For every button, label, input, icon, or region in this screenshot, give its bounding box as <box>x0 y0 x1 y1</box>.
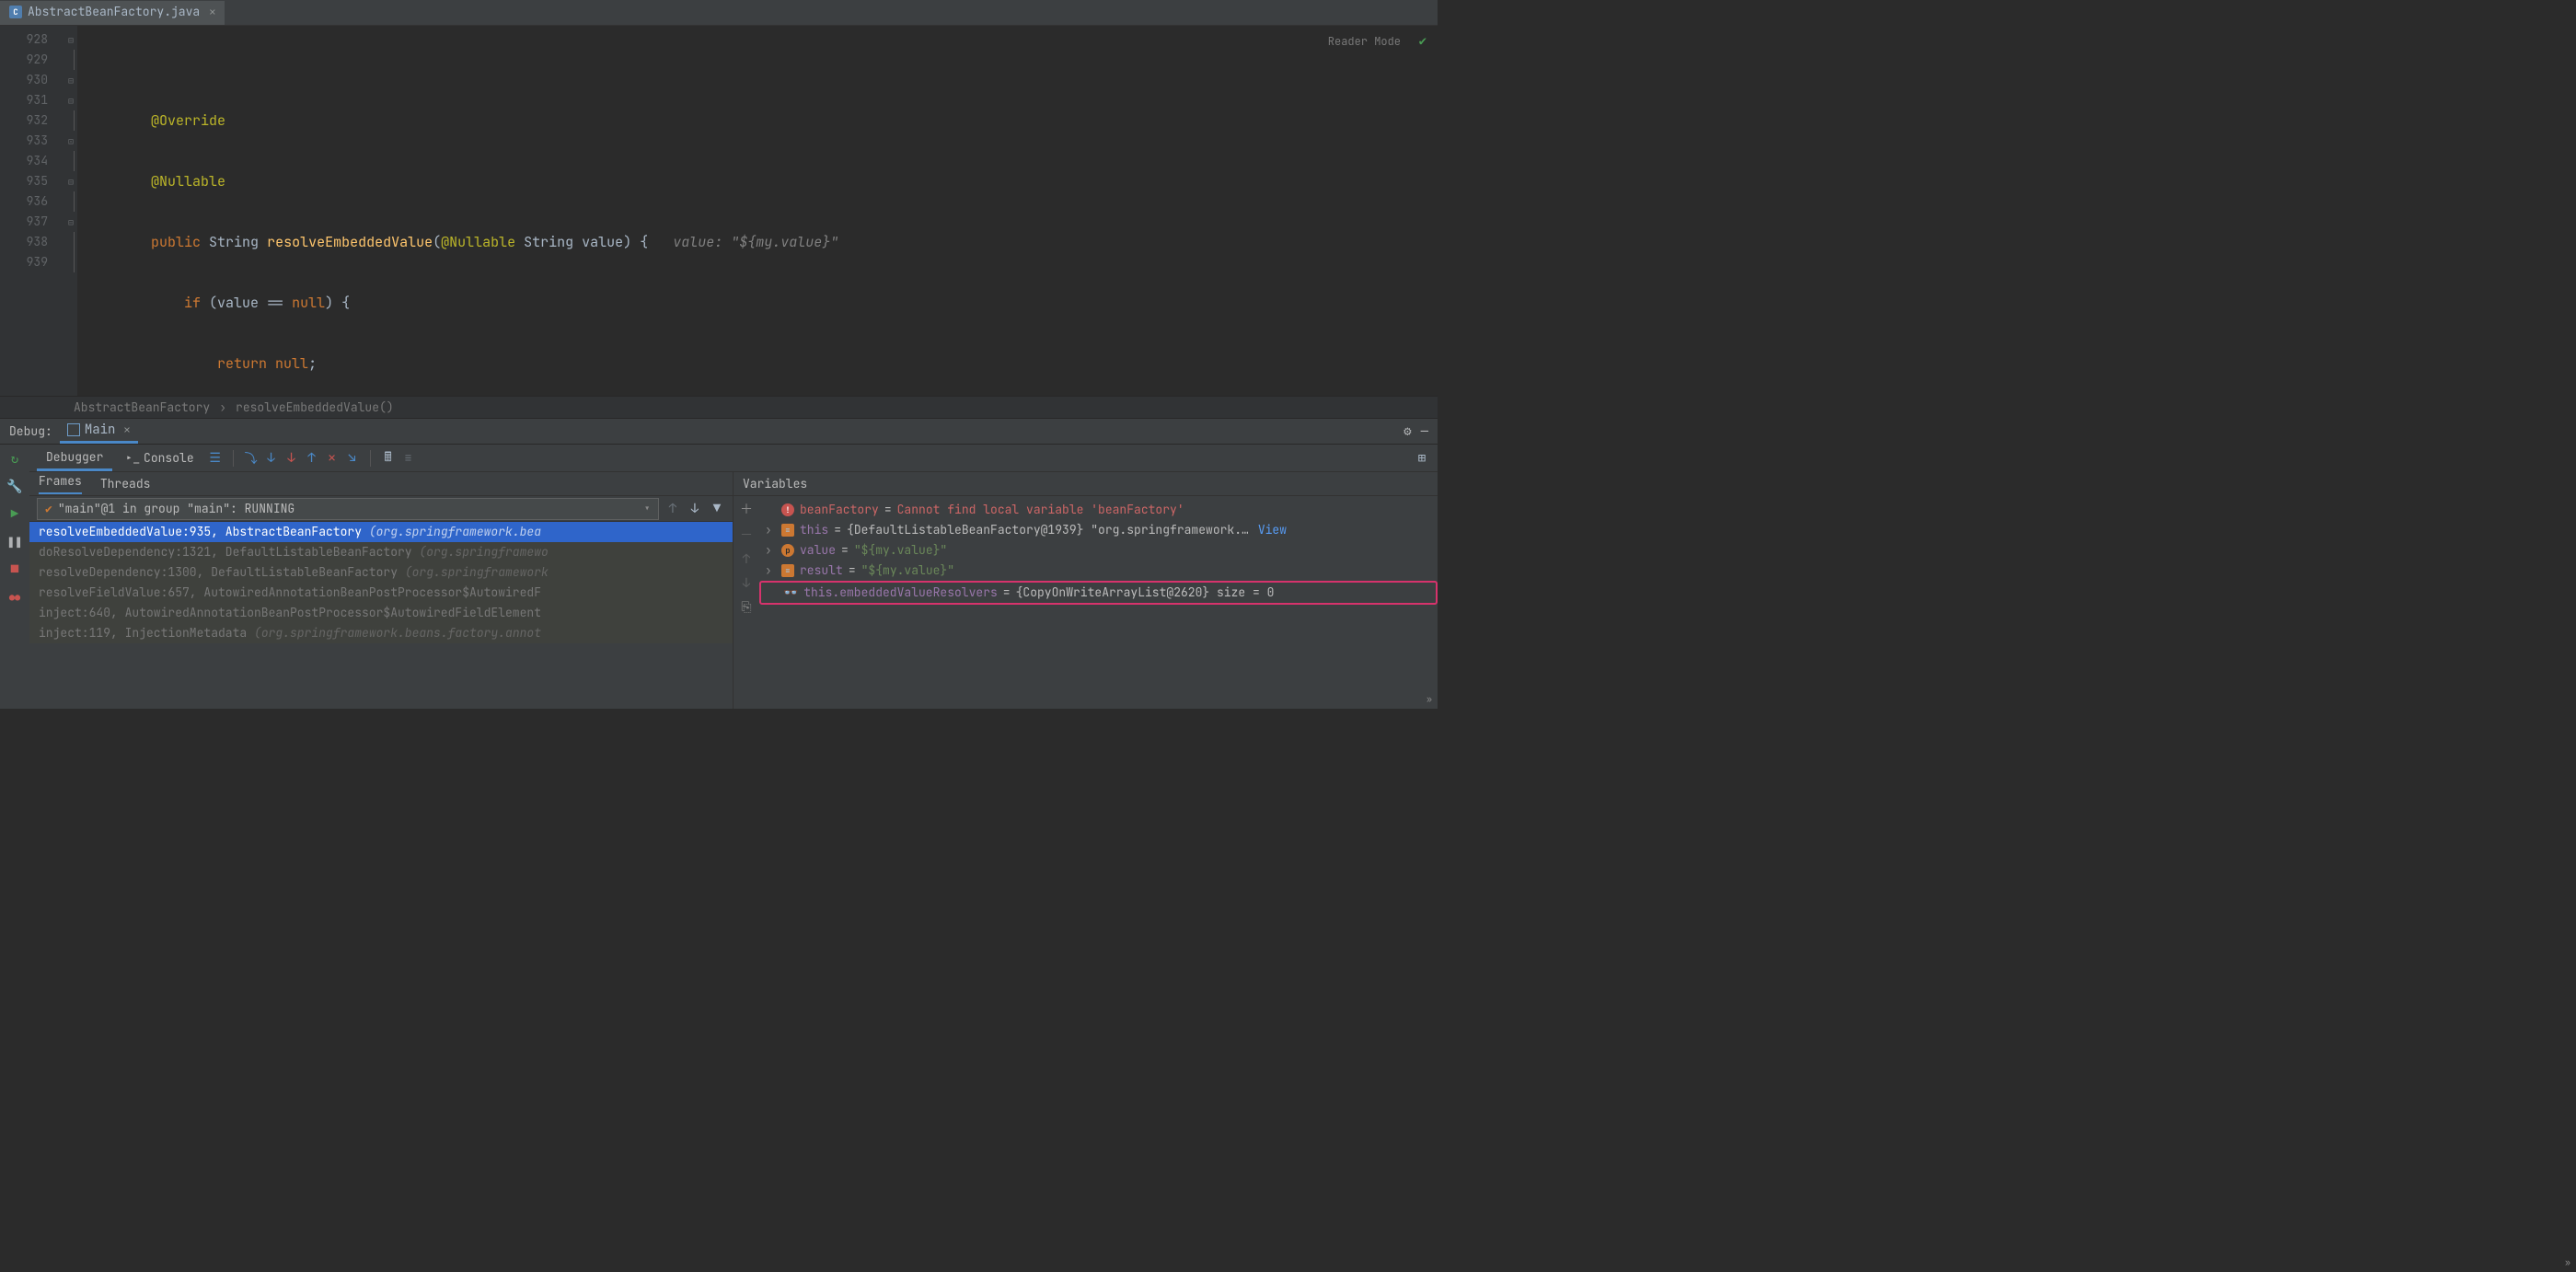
inline-hint: value: "${my.value}" <box>673 233 838 251</box>
vars-toolbar: ＋ － ↑ ↓ ⎘ <box>734 496 759 709</box>
threads-icon[interactable]: ☰ <box>207 450 224 467</box>
stack-frame[interactable]: resolveDependency:1300, DefaultListableB… <box>29 562 733 583</box>
inspections-ok-icon[interactable]: ✔ <box>1419 31 1427 52</box>
add-watch-icon[interactable]: ＋ <box>740 500 753 518</box>
breadcrumb-method[interactable]: resolveEmbeddedValue() <box>236 399 394 415</box>
debug-side-toolbar: ↻ 🔧 ▶ ❚❚ ■ ●● <box>0 445 29 709</box>
line-number: 935 <box>0 171 64 191</box>
stack-frame[interactable]: inject:119, InjectionMetadata (org.sprin… <box>29 623 733 643</box>
app-icon <box>67 423 80 436</box>
line-number: 938 <box>0 232 64 252</box>
line-number: 936 <box>0 191 64 212</box>
line-number: 937 <box>0 212 64 232</box>
minimize-icon[interactable]: — <box>1421 423 1428 440</box>
rerun-icon[interactable]: ↻ <box>6 450 24 468</box>
force-step-into-icon[interactable]: ↓ <box>283 450 300 467</box>
watch-icon: 👓 <box>783 583 798 603</box>
tab-console[interactable]: ▸_Console <box>116 445 202 471</box>
tab-debugger[interactable]: Debugger <box>37 445 112 471</box>
step-out-icon[interactable]: ↑ <box>304 450 320 467</box>
run-to-cursor-icon[interactable]: ↘ <box>344 450 361 467</box>
line-number: 939 <box>0 252 64 272</box>
remove-watch-icon[interactable]: － <box>740 526 753 544</box>
copy-icon[interactable]: ⎘ <box>741 599 751 616</box>
up-icon[interactable]: ↑ <box>743 551 750 568</box>
breadcrumb[interactable]: AbstractBeanFactory › resolveEmbeddedVal… <box>0 396 1438 418</box>
line-number: 934 <box>0 151 64 171</box>
variable-row[interactable]: ›≡ this = {DefaultListableBeanFactory@19… <box>759 520 1438 540</box>
stack-frames-list[interactable]: resolveEmbeddedValue:935, AbstractBeanFa… <box>29 522 733 709</box>
line-number: 929 <box>0 50 64 70</box>
debug-toolbar: Debugger ▸_Console ☰ ⤵ ↓ ↓ ↑ ✕ ↘ 🖩 ≡ ⊞ <box>29 445 1438 472</box>
line-number: 928 <box>0 29 64 50</box>
tab-variables: Variables <box>743 476 807 491</box>
wrench-icon[interactable]: 🔧 <box>6 478 24 496</box>
watch-row-highlighted[interactable]: 👓 this.embeddedValueResolvers = {CopyOnW… <box>759 581 1438 605</box>
file-tab-label: AbstractBeanFactory.java <box>28 4 200 19</box>
variable-row[interactable]: ›≡ result = "${my.value}" <box>759 561 1438 581</box>
field-icon: ≡ <box>781 564 794 577</box>
field-icon: ≡ <box>781 524 794 537</box>
step-into-icon[interactable]: ↓ <box>263 450 280 467</box>
gear-icon[interactable]: ⚙ <box>1404 423 1411 440</box>
annotation: @Nullable <box>151 172 225 191</box>
line-gutter: 928 929 930 931 932 933 934 935 936 937 … <box>0 26 64 396</box>
view-link[interactable]: View <box>1258 520 1287 540</box>
expand-icon[interactable]: » <box>2565 1256 2570 1268</box>
fold-column: ⊟⊟ ⊟⊡ ⊟ ⊟ <box>64 26 77 396</box>
variables-panel: Variables ＋ － ↑ ↓ ⎘ ! <box>734 472 1438 709</box>
stack-frame[interactable]: doResolveDependency:1321, DefaultListabl… <box>29 542 733 562</box>
file-tab-abstractbeanfactory[interactable]: C AbstractBeanFactory.java ✕ <box>0 1 225 25</box>
close-icon[interactable]: ✕ <box>209 5 215 19</box>
layout-icon[interactable]: ⊞ <box>1414 450 1430 467</box>
stack-frame[interactable]: resolveEmbeddedValue:935, AbstractBeanFa… <box>29 522 733 542</box>
filter-icon[interactable]: ▼ <box>709 501 725 517</box>
error-icon: ! <box>781 503 794 516</box>
tab-frames[interactable]: Frames <box>39 473 82 494</box>
code-editor[interactable]: 928 929 930 931 932 933 934 935 936 937 … <box>0 26 1438 396</box>
evaluate-icon[interactable]: 🖩 <box>380 450 397 467</box>
breakpoints-icon[interactable]: ●● <box>6 588 24 607</box>
drop-frame-icon[interactable]: ✕ <box>324 450 341 467</box>
console-icon: ▸_ <box>125 450 140 466</box>
keyword: public <box>151 233 201 251</box>
code-content[interactable]: Reader Mode ✔ @Override @Nullable public… <box>77 26 1438 396</box>
line-number: 933 <box>0 131 64 151</box>
down-icon[interactable]: ↓ <box>743 575 750 592</box>
trace-icon[interactable]: ≡ <box>400 450 417 467</box>
prev-frame-icon[interactable]: ↑ <box>664 501 681 517</box>
pause-icon[interactable]: ❚❚ <box>6 533 24 551</box>
debug-config-tab[interactable]: Main ✕ <box>60 419 138 444</box>
param-icon: p <box>781 544 794 557</box>
resume-icon[interactable]: ▶ <box>6 505 24 524</box>
chevron-down-icon: ▾ <box>643 501 651 516</box>
stack-frame[interactable]: resolveFieldValue:657, AutowiredAnnotati… <box>29 583 733 603</box>
debug-panel: Debug: Main ✕ ⚙ — ↻ 🔧 ▶ ❚❚ ■ ●● Debugger… <box>0 418 1438 709</box>
variables-list[interactable]: ! beanFactory = Cannot find local variab… <box>759 496 1438 709</box>
reader-mode-link[interactable]: Reader Mode <box>1328 31 1401 52</box>
line-number: 930 <box>0 70 64 90</box>
variable-row[interactable]: ! beanFactory = Cannot find local variab… <box>759 500 1438 520</box>
step-over-icon[interactable]: ⤵ <box>243 450 260 467</box>
frames-panel: Frames Threads ✔ "main"@1 in group "main… <box>29 472 734 709</box>
line-number: 931 <box>0 90 64 110</box>
expand-icon[interactable]: » <box>1427 693 1432 705</box>
thread-selector[interactable]: ✔ "main"@1 in group "main": RUNNING ▾ <box>37 498 659 520</box>
variable-row[interactable]: ›p value = "${my.value}" <box>759 540 1438 561</box>
annotation: @Override <box>151 111 225 130</box>
java-class-icon: C <box>9 6 22 18</box>
line-number: 932 <box>0 110 64 131</box>
stack-frame[interactable]: inject:640, AutowiredAnnotationBeanPostP… <box>29 603 733 623</box>
debug-label: Debug: <box>9 423 52 439</box>
stop-icon[interactable]: ■ <box>6 561 24 579</box>
chevron-right-icon: › <box>219 399 226 415</box>
close-icon[interactable]: ✕ <box>123 422 130 437</box>
tab-threads[interactable]: Threads <box>100 476 151 491</box>
debug-header: Debug: Main ✕ ⚙ — <box>0 419 1438 445</box>
check-icon: ✔ <box>45 501 52 516</box>
breadcrumb-class[interactable]: AbstractBeanFactory <box>74 399 210 415</box>
next-frame-icon[interactable]: ↓ <box>687 501 703 517</box>
editor-tab-bar: C AbstractBeanFactory.java ✕ <box>0 0 1438 26</box>
